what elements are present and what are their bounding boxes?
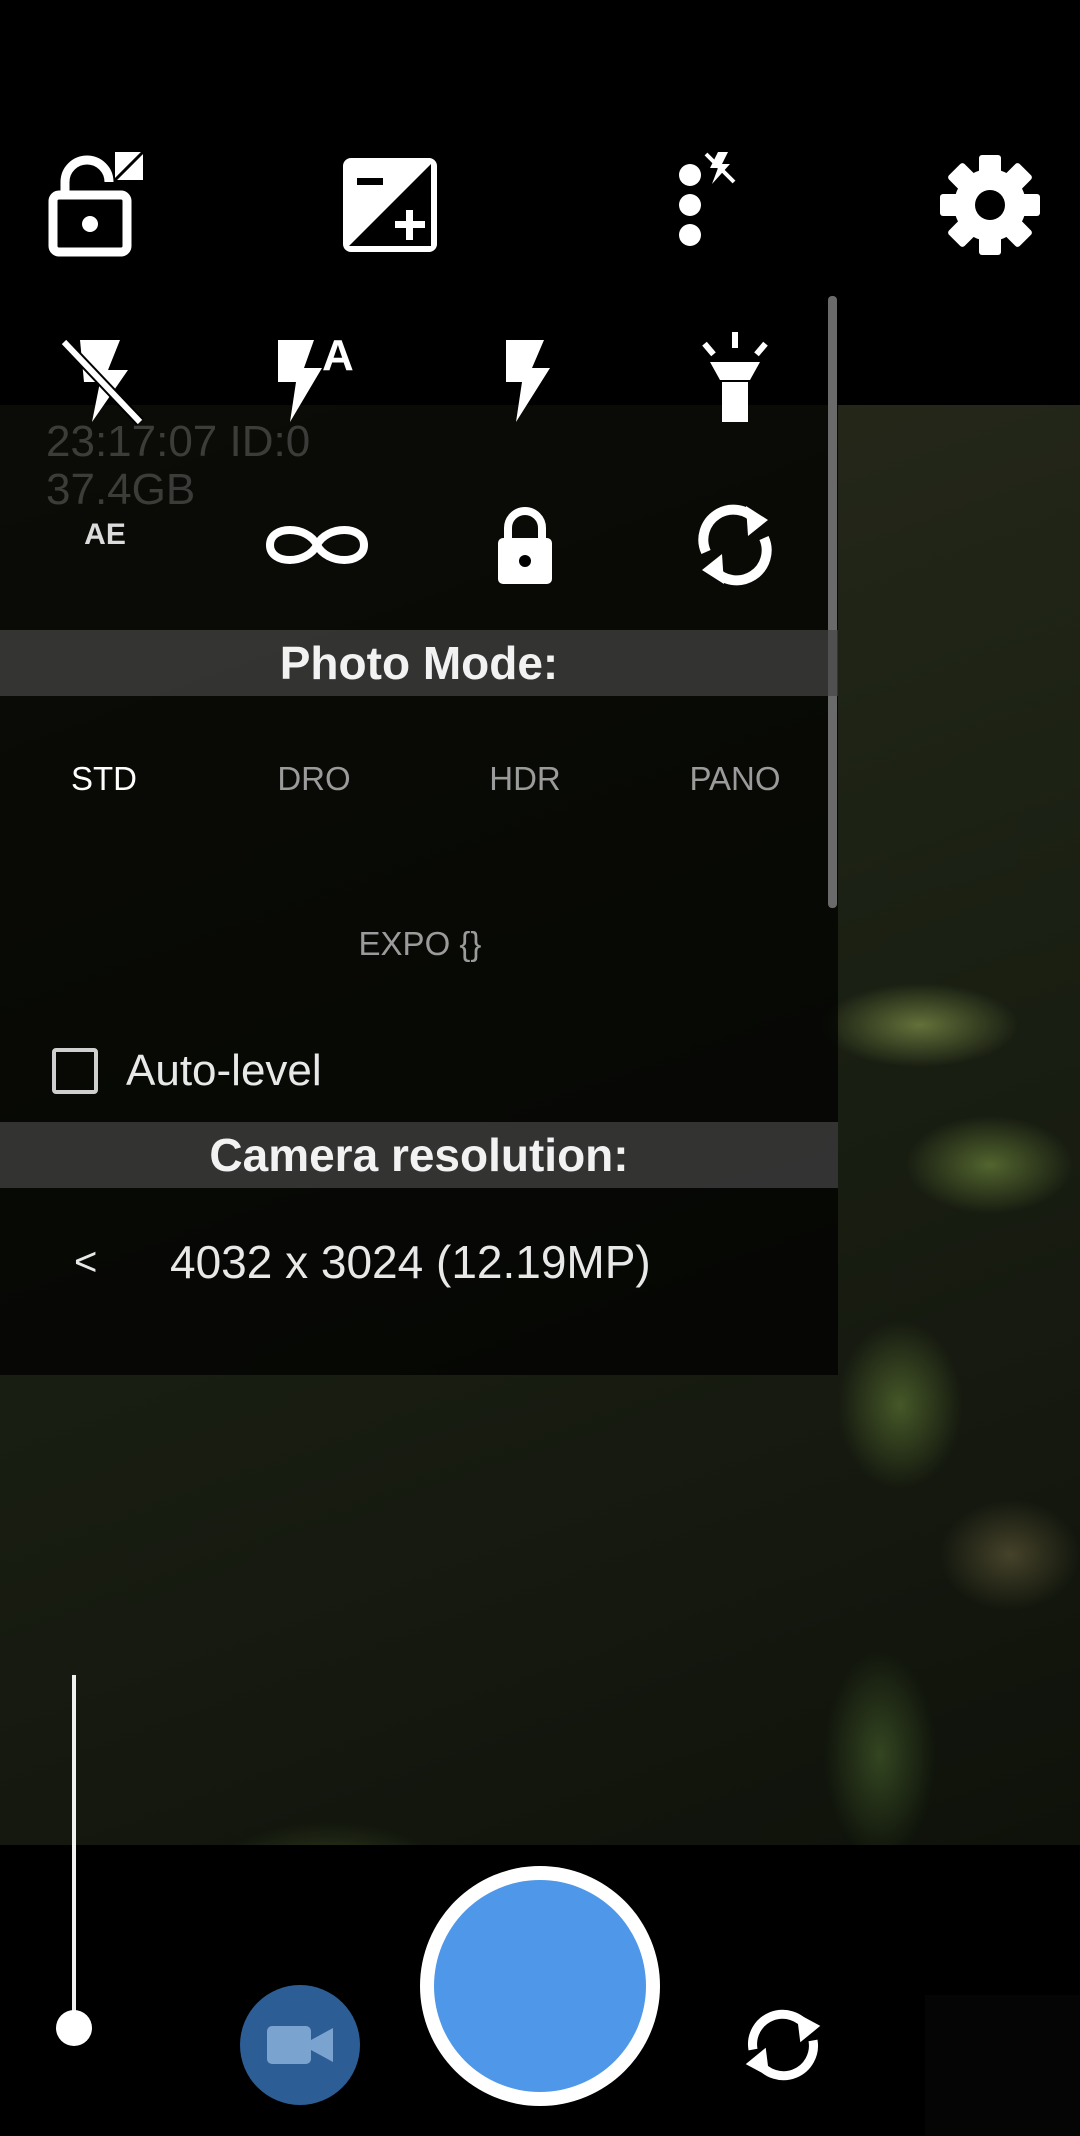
gallery-thumbnail[interactable] xyxy=(925,1995,1080,2136)
time-id-text: 23:17:07 ID:0 xyxy=(46,417,311,466)
resolution-value: 4032 x 3024 (12.19MP) xyxy=(170,1236,651,1288)
zoom-slider-track[interactable] xyxy=(72,1675,76,2030)
mode-std[interactable]: STD xyxy=(4,760,204,798)
mode-dro[interactable]: DRO xyxy=(214,760,414,798)
flash-on-icon[interactable] xyxy=(470,322,580,432)
lock-icon[interactable] xyxy=(470,490,580,600)
switch-camera-icon[interactable] xyxy=(728,1990,838,2100)
zoom-slider-thumb[interactable] xyxy=(56,2010,92,2046)
refresh-icon[interactable] xyxy=(680,490,790,600)
exposure-lock-icon[interactable] xyxy=(35,150,145,260)
mode-hdr[interactable]: HDR xyxy=(425,760,625,798)
ae-lock-button[interactable]: AE xyxy=(50,518,160,552)
continuous-focus-icon[interactable] xyxy=(262,490,372,600)
settings-icon[interactable] xyxy=(935,150,1045,260)
auto-level-label[interactable]: Auto-level xyxy=(126,1046,322,1096)
torch-icon[interactable] xyxy=(680,322,790,432)
svg-text:A: A xyxy=(322,331,354,380)
resolution-prev-button[interactable]: < xyxy=(74,1240,97,1285)
popup-scrollbar[interactable] xyxy=(828,296,837,908)
photo-mode-header: Photo Mode: xyxy=(0,630,838,696)
mode-pano[interactable]: PANO xyxy=(635,760,835,798)
more-options-icon[interactable] xyxy=(640,150,750,260)
exposure-compensation-icon[interactable] xyxy=(335,150,445,260)
auto-level-checkbox[interactable] xyxy=(52,1048,98,1094)
camera-resolution-header: Camera resolution: xyxy=(0,1122,838,1188)
mode-expo[interactable]: EXPO {} xyxy=(320,925,520,963)
flash-auto-icon[interactable]: A xyxy=(262,322,372,432)
shutter-button[interactable] xyxy=(420,1866,660,2106)
shutter-inner xyxy=(434,1880,646,2092)
video-record-button[interactable] xyxy=(240,1985,360,2105)
video-camera-icon xyxy=(267,2026,333,2064)
flash-off-icon[interactable] xyxy=(50,322,160,432)
